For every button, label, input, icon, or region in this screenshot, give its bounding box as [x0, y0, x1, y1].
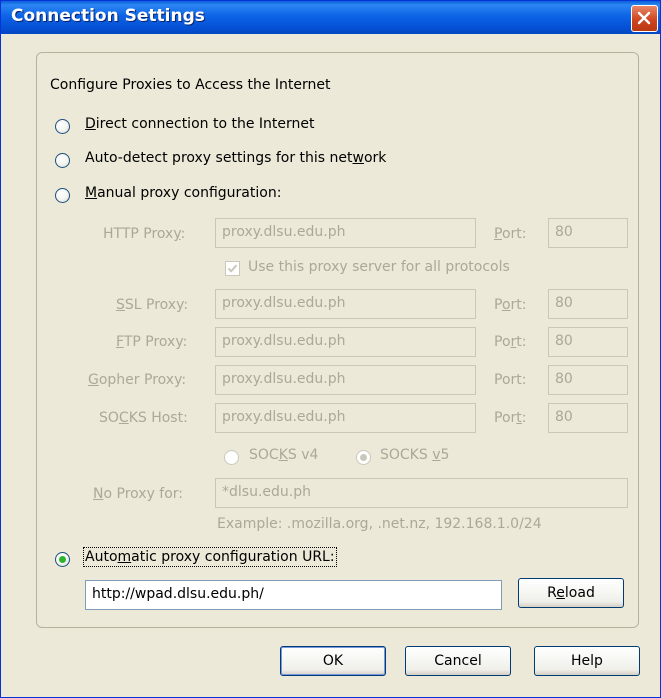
socks-v5-selected-dot — [360, 454, 367, 461]
auto-config-url-radio[interactable] — [55, 552, 70, 567]
direct-connection-radio[interactable] — [55, 119, 70, 134]
use-proxy-all-checkbox[interactable] — [225, 261, 240, 276]
http-proxy-label: HTTP Proxy: — [103, 226, 186, 242]
close-icon — [637, 11, 651, 25]
http-port-label: Port: — [494, 226, 527, 242]
no-proxy-label: No Proxy for: — [93, 486, 184, 502]
socks-port-label: Port: — [494, 410, 527, 426]
gopher-proxy-label: Gopher Proxy: — [88, 372, 187, 388]
auto-detect-radio[interactable] — [55, 153, 70, 168]
manual-proxy-radio[interactable] — [55, 188, 70, 203]
checkmark-icon — [227, 264, 238, 273]
no-proxy-input[interactable]: *dlsu.edu.ph — [215, 478, 628, 508]
socks-v5-label[interactable]: SOCKS v5 — [380, 447, 449, 463]
socks-v4-radio[interactable] — [224, 450, 239, 465]
reload-button[interactable]: Reload — [518, 578, 624, 608]
manual-proxy-label[interactable]: Manual proxy configuration: — [85, 185, 281, 201]
gopher-port-input[interactable]: 80 — [548, 365, 628, 395]
socks-v5-radio[interactable] — [356, 450, 371, 465]
window-title: Connection Settings — [11, 6, 205, 26]
title-bar[interactable]: Connection Settings — [1, 1, 660, 34]
ssl-port-label: Port: — [494, 297, 527, 313]
auto-config-url-input[interactable]: http://wpad.dlsu.edu.ph/ — [85, 580, 502, 610]
socks-port-input[interactable]: 80 — [548, 403, 628, 433]
ftp-proxy-label: FTP Proxy: — [116, 334, 188, 350]
http-port-input[interactable]: 80 — [548, 218, 628, 248]
cancel-button[interactable]: Cancel — [405, 646, 511, 676]
socks-host-label: SOCKS Host: — [99, 410, 188, 426]
ok-button[interactable]: OK — [280, 646, 386, 676]
socks-host-input[interactable]: proxy.dlsu.edu.ph — [215, 403, 476, 433]
ftp-proxy-input[interactable]: proxy.dlsu.edu.ph — [215, 327, 476, 357]
close-button[interactable] — [631, 5, 658, 32]
ftp-port-label: Port: — [494, 334, 527, 350]
direct-connection-label[interactable]: Direct connection to the Internet — [85, 116, 314, 132]
use-proxy-all-label[interactable]: Use this proxy server for all protocols — [248, 259, 510, 275]
http-proxy-input[interactable]: proxy.dlsu.edu.ph — [215, 218, 476, 248]
help-button[interactable]: Help — [534, 646, 640, 676]
ssl-proxy-label: SSL Proxy: — [116, 297, 189, 313]
groupbox-legend: Configure Proxies to Access the Internet — [44, 77, 338, 93]
auto-config-url-label[interactable]: Automatic proxy configuration URL: — [83, 547, 337, 567]
socks-v4-label[interactable]: SOCKS v4 — [249, 447, 318, 463]
no-proxy-example: Example: .mozilla.org, .net.nz, 192.168.… — [217, 516, 542, 532]
gopher-port-label: Port: — [494, 372, 527, 388]
ftp-port-input[interactable]: 80 — [548, 327, 628, 357]
auto-detect-label[interactable]: Auto-detect proxy settings for this netw… — [85, 150, 386, 166]
gopher-proxy-input[interactable]: proxy.dlsu.edu.ph — [215, 365, 476, 395]
ssl-proxy-input[interactable]: proxy.dlsu.edu.ph — [215, 289, 476, 319]
ssl-port-input[interactable]: 80 — [548, 289, 628, 319]
auto-config-selected-dot — [59, 556, 66, 563]
